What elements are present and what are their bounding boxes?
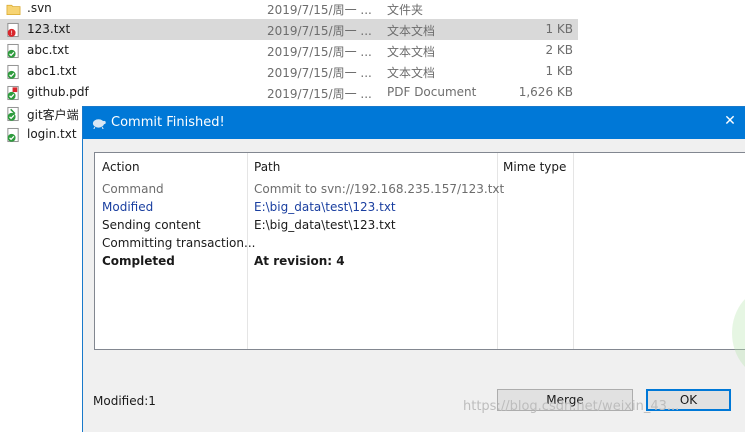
- log-path: At revision: 4: [254, 254, 345, 268]
- file-type: 文本文档: [387, 66, 436, 80]
- file-row[interactable]: .svn 2019/7/15/周一 ... 文件夹: [0, 0, 578, 19]
- file-name: 123.txt: [27, 22, 71, 36]
- file-name: abc1.txt: [27, 64, 77, 78]
- svn-normal-shortcut-icon: [7, 106, 19, 122]
- column-separator: [573, 153, 574, 349]
- file-row[interactable]: abc.txt 2019/7/15/周一 ... 文本文档 2 KB: [0, 40, 578, 61]
- folder-icon: [6, 4, 21, 15]
- file-type: 文本文档: [387, 24, 436, 38]
- column-separator: [247, 153, 248, 349]
- modified-count-status: Modified:1: [93, 394, 156, 408]
- svg-text:!: !: [10, 29, 13, 37]
- log-action: Completed: [102, 254, 175, 268]
- file-name: .svn: [27, 1, 52, 15]
- log-action: Committing transaction...: [102, 236, 256, 250]
- tortoise-icon: [92, 119, 106, 129]
- tortoisesvn-watermark-logo: [732, 299, 745, 367]
- screen: .svn 2019/7/15/周一 ... 文件夹 ! 123.txt 2019…: [0, 0, 745, 432]
- file-date: 2019/7/15/周一 ...: [267, 66, 372, 80]
- file-size: 1 KB: [545, 22, 573, 36]
- dialog-title-bar[interactable]: Commit Finished! ✕: [83, 107, 745, 139]
- log-path: E:\big_data\test\123.txt: [254, 200, 396, 214]
- column-header-action[interactable]: Action: [102, 160, 140, 174]
- file-row[interactable]: abc1.txt 2019/7/15/周一 ... 文本文档 1 KB: [0, 61, 578, 82]
- close-icon[interactable]: ✕: [721, 113, 739, 131]
- log-path: Commit to svn://192.168.235.157/123.txt: [254, 182, 505, 196]
- file-name: login.txt: [27, 127, 77, 141]
- svn-conflict-text-file-icon: !: [7, 22, 19, 37]
- column-header-mime-type[interactable]: Mime type: [503, 160, 566, 174]
- commit-log-table[interactable]: Action Path Mime type Command Commit to …: [94, 152, 745, 367]
- log-path: E:\big_data\test\123.txt: [254, 218, 396, 232]
- file-name: abc.txt: [27, 43, 69, 57]
- svn-normal-text-file-icon: [7, 43, 19, 59]
- log-action: Sending content: [102, 218, 201, 232]
- log-action: Modified: [102, 200, 154, 214]
- file-size: 1 KB: [545, 64, 573, 78]
- log-action: Command: [102, 182, 164, 196]
- file-date: 2019/7/15/周一 ...: [267, 45, 372, 59]
- file-type: 文本文档: [387, 45, 436, 59]
- commit-finished-dialog: Commit Finished! ✕ Action Path Mime type…: [82, 106, 745, 432]
- file-date: 2019/7/15/周一 ...: [267, 3, 372, 17]
- svn-normal-text-file-icon: [7, 127, 19, 143]
- file-name: github.pdf: [27, 85, 89, 99]
- file-size: 2 KB: [545, 43, 573, 57]
- svn-normal-text-file-icon: [7, 64, 19, 80]
- file-size: 1,626 KB: [518, 85, 573, 99]
- file-type: PDF Document: [387, 85, 477, 99]
- url-watermark: https://blog.csdn.net/weixin_43...: [463, 399, 680, 414]
- file-row[interactable]: ! 123.txt 2019/7/15/周一 ... 文本文档 1 KB: [0, 19, 578, 40]
- file-date: 2019/7/15/周一 ...: [267, 87, 372, 101]
- file-type: 文件夹: [387, 3, 424, 17]
- file-date: 2019/7/15/周一 ...: [267, 24, 372, 38]
- file-row[interactable]: github.pdf 2019/7/15/周一 ... PDF Document…: [0, 82, 578, 103]
- column-header-path[interactable]: Path: [254, 160, 280, 174]
- dialog-title: Commit Finished!: [111, 115, 225, 130]
- file-name: git客户端: [27, 108, 79, 122]
- svn-normal-pdf-file-icon: [7, 85, 19, 101]
